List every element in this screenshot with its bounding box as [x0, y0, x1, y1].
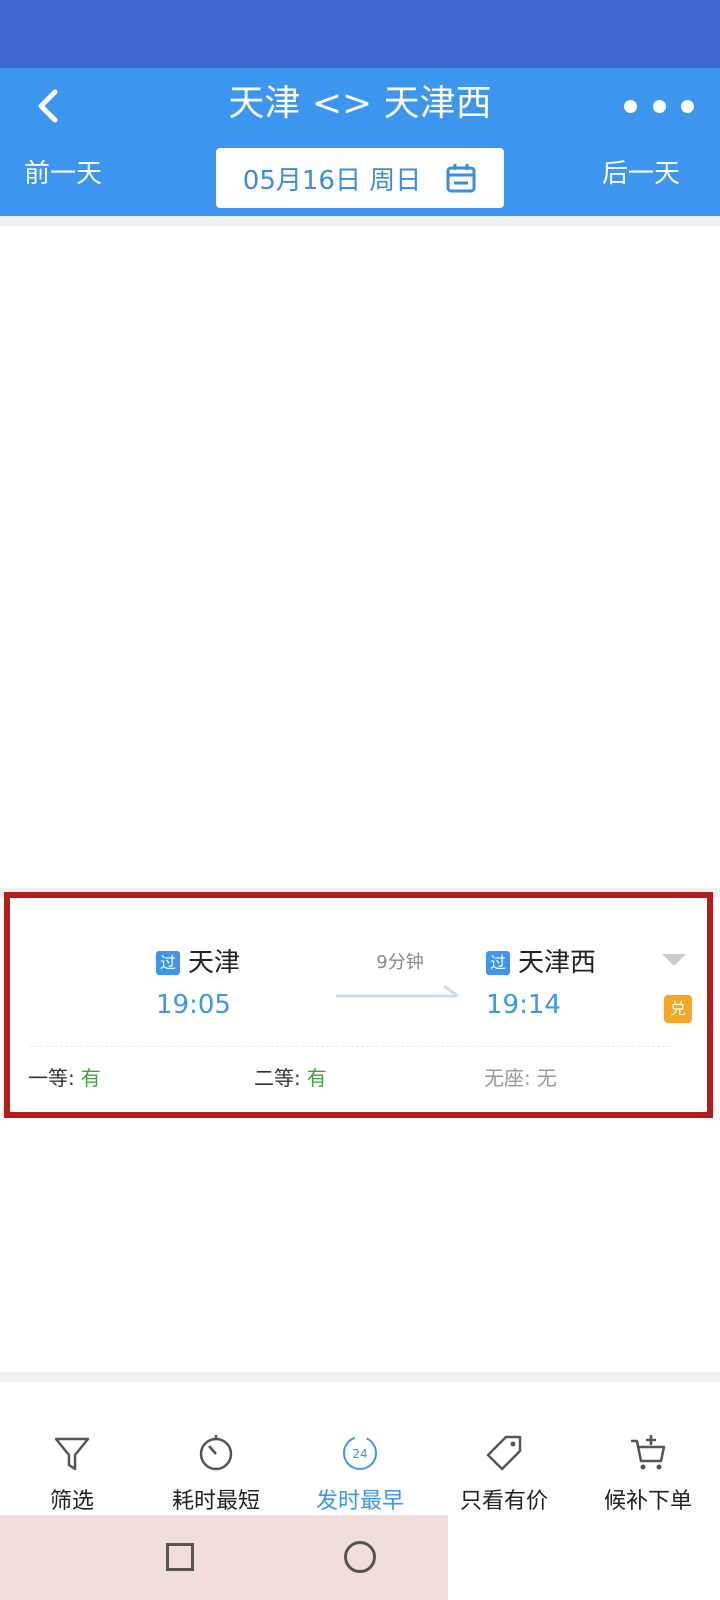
tab-label: 发时最早 — [315, 1489, 404, 1514]
next-day-button[interactable]: 后一天 — [570, 154, 680, 194]
tab-filter[interactable]: 筛选 — [0, 1405, 144, 1515]
more-dot-icon — [681, 99, 694, 113]
recent-apps-icon[interactable] — [166, 1543, 194, 1571]
page-title: 天津 <> 天津西 — [228, 83, 492, 124]
bottom-tab-bar: 筛选 耗时最短 24 发时最早 只看有价 候补下单 — [0, 1405, 720, 1515]
divider — [0, 216, 720, 226]
price-tag-icon — [480, 1429, 528, 1477]
tab-earliest-departure[interactable]: 24 发时最早 — [288, 1405, 432, 1515]
tab-label: 筛选 — [49, 1489, 94, 1514]
prev-day-button[interactable]: 前一天 — [24, 154, 134, 194]
back-button[interactable] — [24, 78, 72, 134]
more-dot-icon — [652, 99, 666, 113]
tab-label: 耗时最短 — [171, 1489, 260, 1514]
divider — [0, 1372, 720, 1382]
more-button[interactable] — [624, 88, 694, 124]
tab-waitlist-order[interactable]: 候补下单 — [576, 1405, 720, 1515]
more-dot-icon — [624, 99, 637, 113]
nav-bar: 天津 <> 天津西 前一天 05月16日 周日 后一天 — [0, 68, 720, 216]
chevron-left-icon — [38, 89, 58, 123]
tab-label: 候补下单 — [603, 1489, 692, 1514]
tab-label: 只看有价 — [459, 1489, 548, 1514]
clock-24-text: 24 — [352, 1447, 367, 1461]
date-label: 05月16日 周日 — [242, 165, 422, 196]
cart-plus-icon — [624, 1429, 672, 1477]
home-icon[interactable] — [344, 1541, 376, 1573]
stopwatch-icon — [192, 1429, 240, 1477]
tab-shortest-duration[interactable]: 耗时最短 — [144, 1405, 288, 1515]
clock-24-icon: 24 — [336, 1429, 384, 1477]
calendar-icon — [446, 164, 476, 193]
highlight-frame — [4, 892, 713, 1118]
system-back-area — [448, 1515, 720, 1600]
status-bar — [0, 0, 720, 68]
date-picker[interactable]: 05月16日 周日 — [216, 148, 504, 208]
system-navigation-bar — [0, 1515, 720, 1600]
tab-price-only[interactable]: 只看有价 — [432, 1405, 576, 1515]
filter-icon — [48, 1429, 96, 1477]
